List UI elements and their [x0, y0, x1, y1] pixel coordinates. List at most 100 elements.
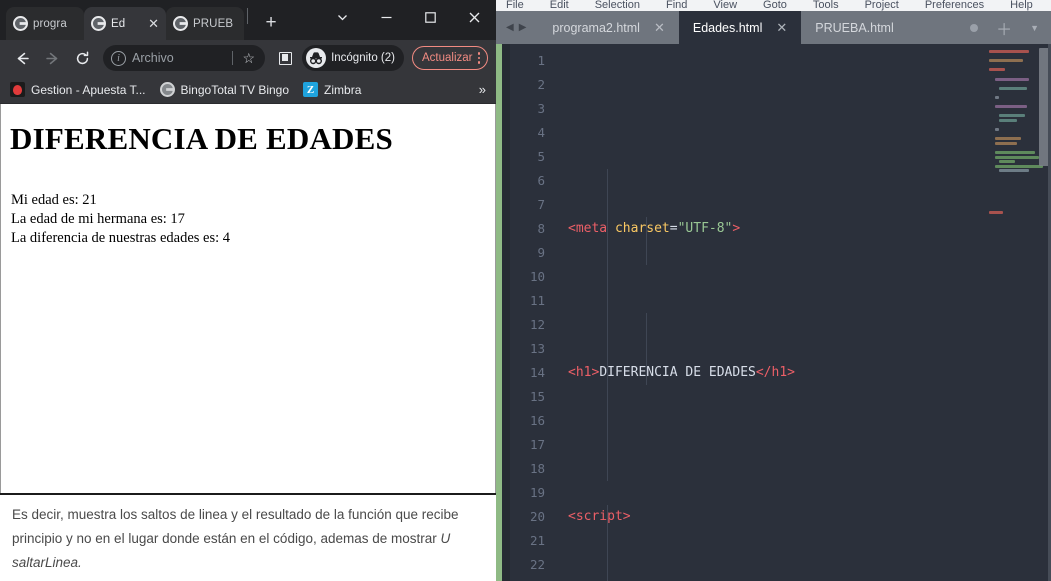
background-document: Es decir, muestra los saltos de linea y …	[0, 493, 496, 581]
minimize-button[interactable]	[364, 0, 408, 34]
editor-tab-controls: ＋ ▼	[958, 11, 1051, 44]
bookmark-item-gestion[interactable]: Gestion - Apuesta T...	[10, 82, 146, 97]
minimap-line	[995, 77, 1029, 81]
background-doc-emph: U	[440, 531, 451, 546]
close-icon[interactable]: ✕	[654, 20, 665, 36]
menu-item-file[interactable]: File	[506, 0, 524, 11]
tab-separator	[247, 8, 248, 24]
code-editor-area[interactable]: <meta charset="UTF-8"> <h1>DIFERENCIA DE…	[554, 44, 985, 581]
browser-tab-2-active[interactable]: Ed ✕	[84, 7, 166, 40]
bookmarks-overflow-icon[interactable]: »	[479, 82, 490, 97]
line-number: 21	[529, 533, 545, 548]
browser-tab-3[interactable]: PRUEB	[166, 7, 244, 40]
browser-tab-1[interactable]: progra	[6, 7, 84, 40]
close-icon[interactable]: ✕	[148, 17, 159, 30]
menu-item-find[interactable]: Find	[666, 0, 687, 11]
minimap-line	[995, 151, 1035, 155]
editor-left-divider	[502, 44, 510, 581]
line-number: 1	[537, 53, 545, 68]
omnibox-divider	[231, 51, 233, 65]
menu-item-view[interactable]: View	[713, 0, 737, 11]
editor-tab-edades[interactable]: Edades.html ✕	[678, 11, 802, 44]
minimap-line	[995, 95, 999, 99]
indent-guide	[646, 313, 647, 385]
menu-item-help[interactable]: Help	[1010, 0, 1033, 11]
editor-tab-label: Edades.html	[692, 20, 763, 35]
background-doc-text: principio y no en el lugar donde están e…	[12, 531, 441, 546]
minimap-line	[995, 155, 1039, 159]
sublime-text-window: File Edit Selection Find View Goto Tools…	[496, 0, 1051, 581]
chrome-menu-icon[interactable]	[477, 52, 480, 64]
browser-toolbar: i Archivo ☆ Incógnito (2) Actualizar	[0, 40, 496, 76]
indent-guide	[607, 169, 608, 481]
editor-menu-bar: File Edit Selection Find View Goto Tools…	[496, 0, 1051, 11]
minimap-line	[989, 50, 1029, 53]
browser-tab-title: PRUEB	[193, 17, 234, 30]
background-doc-line-1: Es decir, muestra los saltos de linea y …	[12, 503, 496, 527]
tab-search-icon[interactable]	[320, 0, 364, 34]
reload-button[interactable]	[68, 44, 96, 72]
address-bar-text: Archivo	[132, 51, 174, 65]
line-number: 17	[529, 437, 545, 452]
incognito-label: Incógnito (2)	[331, 52, 395, 64]
minimap-line	[999, 160, 1015, 164]
window-controls	[320, 0, 496, 34]
update-label: Actualizar	[422, 52, 473, 64]
line-number: 9	[537, 245, 545, 260]
tab-prev-icon[interactable]: ◀	[506, 22, 514, 33]
line-number: 5	[537, 149, 545, 164]
page-output-line: La diferencia de nuestras edades es: 4	[11, 230, 231, 246]
update-button[interactable]: Actualizar	[412, 46, 488, 70]
site-info-icon[interactable]: i	[111, 50, 126, 66]
menu-item-project[interactable]: Project	[865, 0, 899, 11]
menu-item-goto[interactable]: Goto	[763, 0, 787, 11]
page-output-line: La edad de mi hermana es: 17	[11, 211, 185, 227]
menu-item-selection[interactable]: Selection	[595, 0, 640, 11]
new-tab-button[interactable]: +	[257, 9, 285, 37]
minimap-line	[999, 118, 1017, 122]
gestion-favicon-icon	[10, 82, 25, 97]
globe-icon	[91, 16, 106, 31]
page-title: DIFERENCIA DE EDADES	[10, 121, 393, 156]
minimap-line	[995, 141, 1017, 145]
new-tab-icon[interactable]: ＋	[996, 16, 1012, 40]
minimap-line	[999, 169, 1029, 173]
menu-item-tools[interactable]: Tools	[813, 0, 839, 11]
editor-tab-prueba[interactable]: PRUEBA.html	[801, 11, 908, 44]
minimap-line	[995, 137, 1021, 141]
page-output-block: Mi edad es: 21 La edad de mi hermana es:…	[11, 191, 495, 248]
editor-tab-programa2[interactable]: programa2.html ✕	[538, 11, 679, 44]
background-doc-line-3: saltarLinea.	[12, 551, 496, 575]
line-number: 19	[529, 485, 545, 500]
address-bar[interactable]: i Archivo ☆	[103, 45, 266, 71]
bookmark-item-bingototal[interactable]: BingoTotal TV Bingo	[159, 82, 289, 97]
back-button[interactable]	[8, 44, 36, 72]
globe-icon	[173, 16, 188, 31]
line-number: 12	[529, 317, 545, 332]
line-number: 2	[537, 77, 545, 92]
background-doc-text: Es decir, muestra los saltos de linea y …	[12, 507, 459, 522]
background-doc-line-4: Esto el rersultado de la invocación que …	[12, 575, 496, 581]
bookmark-star-icon[interactable]: ☆	[239, 50, 260, 67]
menu-item-edit[interactable]: Edit	[550, 0, 569, 11]
forward-button[interactable]	[38, 44, 66, 72]
maximize-button[interactable]	[408, 0, 452, 34]
tab-next-icon[interactable]: ▶	[519, 22, 527, 33]
indent-guide	[607, 505, 608, 581]
editor-tab-bar: ◀ ▶ programa2.html ✕ Edades.html ✕ PRUEB…	[496, 11, 1051, 44]
menu-item-preferences[interactable]: Preferences	[925, 0, 984, 11]
line-number: 23	[510, 577, 554, 581]
line-number: 15	[529, 389, 545, 404]
line-number: 18	[529, 461, 545, 476]
incognito-indicator[interactable]: Incógnito (2)	[302, 45, 404, 71]
side-panel-icon[interactable]	[272, 45, 298, 71]
chevron-down-icon[interactable]: ▼	[1030, 23, 1039, 33]
close-icon[interactable]: ✕	[776, 20, 787, 36]
close-window-button[interactable]	[452, 0, 496, 34]
editor-minimap[interactable]	[985, 44, 1051, 581]
chrome-browser-window: progra Ed ✕ PRUEB + i Archivo ☆ Incógnit…	[0, 0, 496, 581]
bookmark-item-zimbra[interactable]: Z Zimbra	[303, 82, 361, 97]
minimap-line	[995, 128, 999, 132]
unsaved-indicator-icon	[970, 23, 979, 32]
